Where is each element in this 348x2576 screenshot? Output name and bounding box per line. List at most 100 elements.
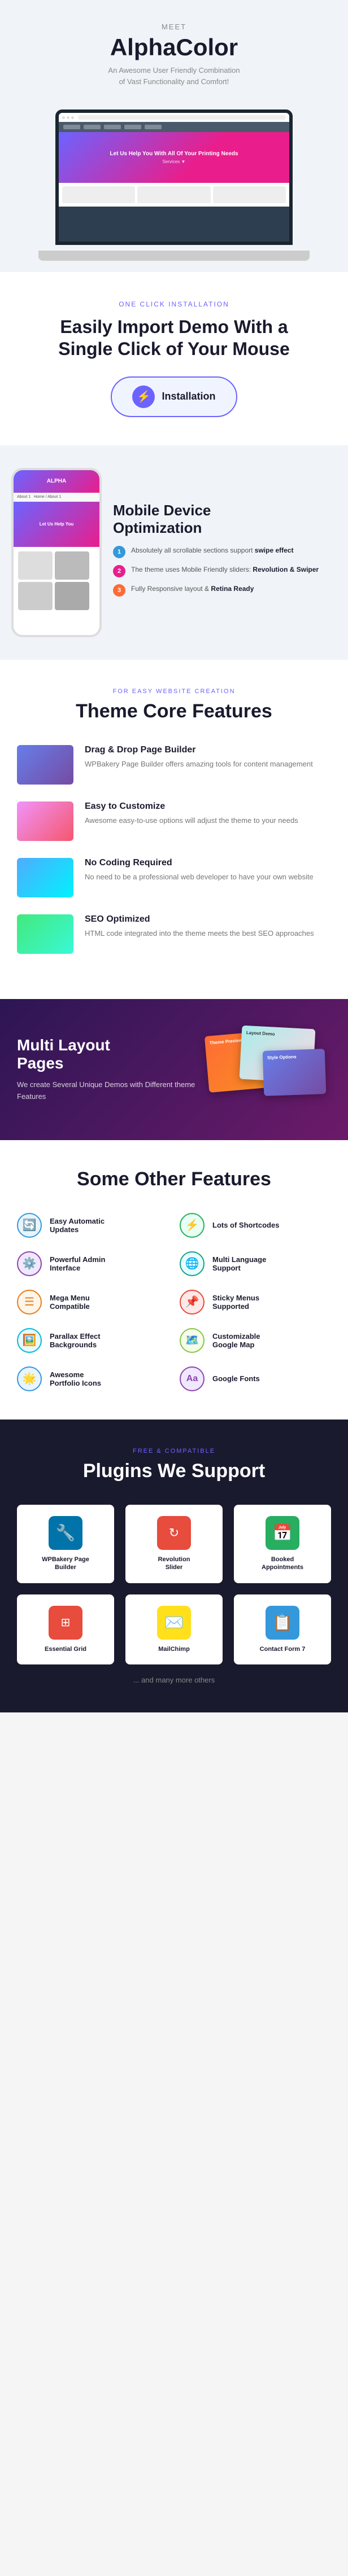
feature-num-3: 3 [113, 584, 125, 597]
feature-drag-drop: Drag & Drop Page Builder WPBakery Page B… [17, 745, 331, 785]
parallax-icon: 🖼️ [17, 1328, 42, 1353]
mobile-feature-1: 1 Absolutely all scrollable sections sup… [113, 546, 337, 558]
install-button[interactable]: ⚡ Installation [111, 376, 237, 417]
for-easy-label: For Easy Website Creation [17, 688, 331, 695]
feature-desc-4: HTML code integrated into the theme meet… [85, 928, 314, 939]
wpbakery-name: WPBakery PageBuilder [23, 1556, 108, 1572]
features-section: For Easy Website Creation Theme Core Fea… [0, 660, 348, 999]
portfolio-icon: 🌟 [17, 1366, 42, 1391]
laptop-mockup: Let Us Help You With All Of Your Printin… [55, 109, 293, 245]
plugins-title: Plugins We Support [17, 1460, 331, 1482]
multi-visual: Theme Preview Layout Demo Style Options [207, 1022, 331, 1118]
feat-portfolio: 🌟 AwesomePortfolio Icons [17, 1366, 168, 1391]
free-label: Free & Compatible [17, 1448, 331, 1455]
plugins-grid: 🔧 WPBakery PageBuilder ↻ RevolutionSlide… [17, 1505, 331, 1664]
mobile-section: ALPHA About 1 Home / About 1 Let Us Help… [0, 445, 348, 660]
feat-sticky-label: Sticky MenusSupported [212, 1294, 259, 1311]
feat-sticky: 📌 Sticky MenusSupported [180, 1290, 331, 1315]
mailchimp-icon: ✉️ [157, 1606, 191, 1640]
plugin-contact: 📋 Contact Form 7 [234, 1594, 331, 1664]
feature-title-2: Easy to Customize [85, 801, 298, 812]
plugin-essential: ⊞ Essential Grid [17, 1594, 114, 1664]
feature-desc-2: Awesome easy-to-use options will adjust … [85, 815, 298, 826]
multi-card-3: Style Options [263, 1049, 327, 1096]
easy-automatic-icon: 🔄 [17, 1213, 42, 1238]
essential-icon: ⊞ [49, 1606, 82, 1640]
feat-googlemap-label: CustomizableGoogle Map [212, 1332, 260, 1349]
feature-desc-1: WPBakery Page Builder offers amazing too… [85, 759, 313, 770]
shortcodes-icon: ⚡ [180, 1213, 205, 1238]
laptop-base [38, 251, 310, 261]
feature-title-4: SEO Optimized [85, 914, 314, 925]
plugin-booked: 📅 BookedAppointments [234, 1505, 331, 1583]
other-title: Some Other Features [17, 1168, 331, 1190]
other-features-section: Some Other Features 🔄 Easy AutomaticUpda… [0, 1140, 348, 1420]
meet-subtitle: An Awesome User Friendly Combinationof V… [11, 65, 337, 87]
plugin-revolution: ↻ RevolutionSlider [125, 1505, 223, 1583]
install-section: One Click Installation Easily Import Dem… [0, 272, 348, 445]
feat-easy-automatic: 🔄 Easy AutomaticUpdates [17, 1213, 168, 1238]
meet-title: AlphaColor [11, 34, 337, 60]
admin-icon: ⚙️ [17, 1251, 42, 1276]
feat-shortcodes-label: Lots of Shortcodes [212, 1221, 279, 1229]
sticky-icon: 📌 [180, 1290, 205, 1315]
googlefonts-icon: Aa [180, 1366, 205, 1391]
feat-admin: ⚙️ Powerful AdminInterface [17, 1251, 168, 1276]
feat-googlefonts-label: Google Fonts [212, 1374, 260, 1383]
phone-mockup: ALPHA About 1 Home / About 1 Let Us Help… [11, 468, 102, 637]
feature-thumb-4 [17, 914, 73, 954]
mobile-feature-3: 3 Fully Responsive layout & Retina Ready [113, 584, 337, 597]
plugin-mailchimp: ✉️ MailChimp [125, 1594, 223, 1664]
multi-title: Multi LayoutPages [17, 1036, 195, 1072]
mailchimp-name: MailChimp [131, 1645, 217, 1653]
feature-desc-3: No need to be a professional web develop… [85, 871, 314, 883]
more-plugins-text: ... and many more others [17, 1676, 331, 1684]
booked-icon: 📅 [266, 1516, 299, 1550]
one-click-label: One Click Installation [17, 300, 331, 308]
meet-label: Meet [11, 23, 337, 31]
features-grid: 🔄 Easy AutomaticUpdates ⚡ Lots of Shortc… [17, 1213, 331, 1391]
feature-num-2: 2 [113, 565, 125, 577]
revolution-name: RevolutionSlider [131, 1556, 217, 1572]
feature-no-coding: No Coding Required No need to be a profe… [17, 858, 331, 897]
plugin-wpbakery: 🔧 WPBakery PageBuilder [17, 1505, 114, 1583]
feature-seo: SEO Optimized HTML code integrated into … [17, 914, 331, 954]
install-title: Easily Import Demo With aSingle Click of… [17, 316, 331, 360]
megamenu-icon: ☰ [17, 1290, 42, 1315]
essential-name: Essential Grid [23, 1645, 108, 1653]
mobile-title: Mobile DeviceOptimization [113, 502, 337, 537]
feat-admin-label: Powerful AdminInterface [50, 1255, 105, 1272]
feature-num-1: 1 [113, 546, 125, 558]
booked-name: BookedAppointments [240, 1556, 325, 1572]
googlemap-icon: 🗺️ [180, 1328, 205, 1353]
wpbakery-icon: 🔧 [49, 1516, 82, 1550]
multi-desc: We create Several Unique Demos with Diff… [17, 1079, 195, 1103]
feat-megamenu: ☰ Mega MenuCompatible [17, 1290, 168, 1315]
revolution-icon: ↻ [157, 1516, 191, 1550]
feature-thumb-2 [17, 801, 73, 841]
install-button-label: Installation [162, 391, 215, 402]
plugins-section: Free & Compatible Plugins We Support 🔧 W… [0, 1420, 348, 1712]
feat-portfolio-label: AwesomePortfolio Icons [50, 1370, 101, 1387]
feat-multilang: 🌐 Multi LanguageSupport [180, 1251, 331, 1276]
feat-shortcodes: ⚡ Lots of Shortcodes [180, 1213, 331, 1238]
feat-easy-automatic-label: Easy AutomaticUpdates [50, 1217, 105, 1234]
feat-multilang-label: Multi LanguageSupport [212, 1255, 266, 1272]
feature-customize: Easy to Customize Awesome easy-to-use op… [17, 801, 331, 841]
contact-icon: 📋 [266, 1606, 299, 1640]
feat-googlefonts: Aa Google Fonts [180, 1366, 331, 1391]
feat-parallax: 🖼️ Parallax EffectBackgrounds [17, 1328, 168, 1353]
features-title: Theme Core Features [17, 700, 331, 722]
feat-parallax-label: Parallax EffectBackgrounds [50, 1332, 101, 1349]
mobile-feature-2: 2 The theme uses Mobile Friendly sliders… [113, 565, 337, 577]
feature-thumb-1 [17, 745, 73, 785]
meet-section: Meet AlphaColor An Awesome User Friendly… [0, 0, 348, 272]
feature-title-3: No Coding Required [85, 858, 314, 868]
mobile-info: Mobile DeviceOptimization 1 Absolutely a… [113, 502, 337, 603]
contact-name: Contact Form 7 [240, 1645, 325, 1653]
installation-icon: ⚡ [132, 385, 155, 408]
multi-text: Multi LayoutPages We create Several Uniq… [17, 1036, 195, 1103]
feat-googlemap: 🗺️ CustomizableGoogle Map [180, 1328, 331, 1353]
feature-thumb-3 [17, 858, 73, 897]
multi-section: Multi LayoutPages We create Several Uniq… [0, 999, 348, 1140]
